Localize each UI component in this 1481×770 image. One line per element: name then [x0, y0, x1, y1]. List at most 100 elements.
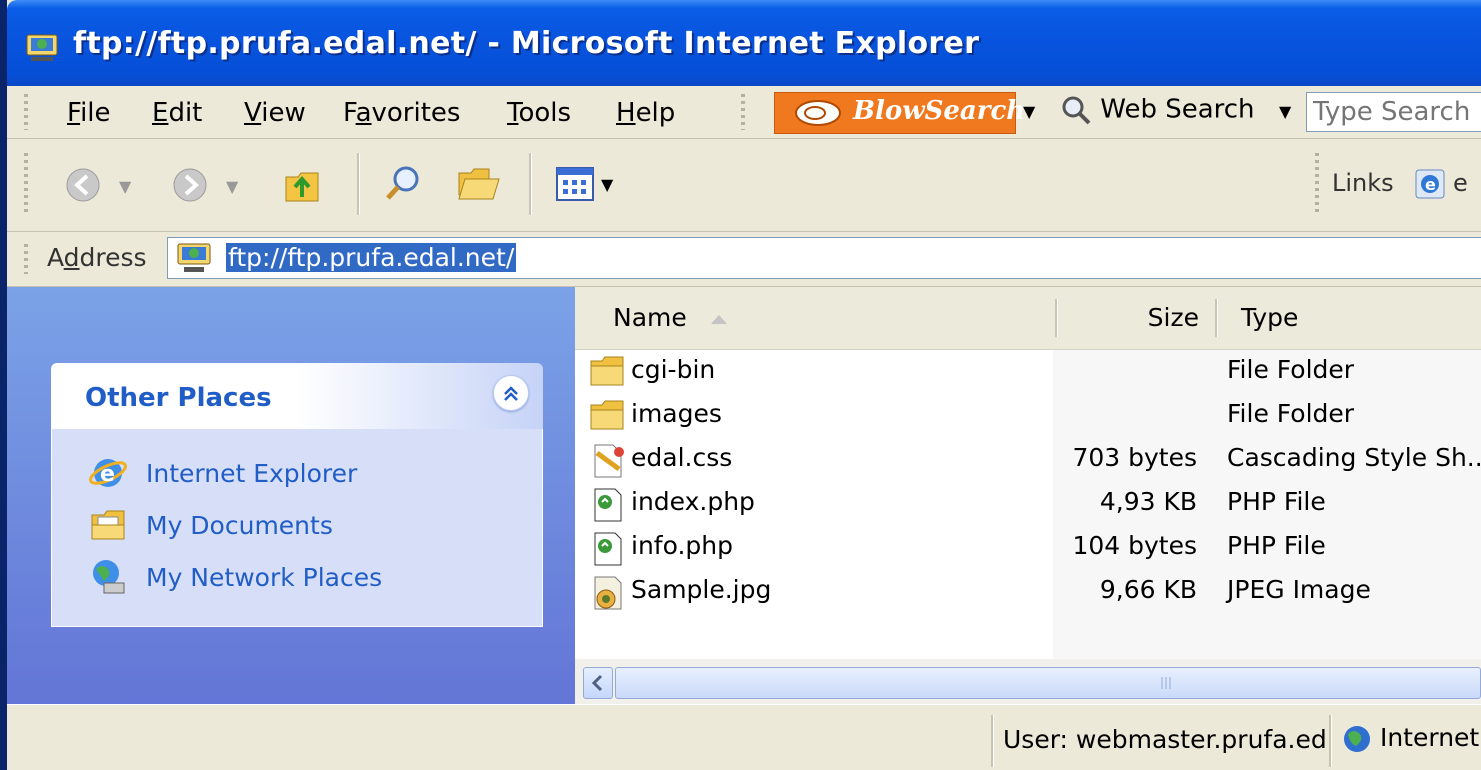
- blowsearch-grip[interactable]: [741, 94, 745, 130]
- file-size: 104 bytes: [1072, 531, 1197, 560]
- other-places-header[interactable]: Other Places: [51, 363, 543, 429]
- other-places-label: My Network Places: [146, 563, 383, 592]
- file-name: edal.css: [631, 443, 733, 472]
- menu-tools[interactable]: Tools: [507, 98, 571, 128]
- svg-text:e: e: [1425, 175, 1436, 194]
- web-search-button[interactable]: Web Search: [1060, 94, 1255, 126]
- css-file-icon: [594, 444, 624, 478]
- column-header-size[interactable]: Size: [1059, 287, 1213, 349]
- ie-link-icon: e: [1415, 169, 1445, 199]
- file-name: info.php: [631, 531, 733, 560]
- forward-icon[interactable]: [172, 167, 208, 203]
- forward-dropdown-arrow[interactable]: ▼: [226, 177, 238, 196]
- web-search-dropdown-arrow[interactable]: ▼: [1279, 102, 1291, 121]
- ftp-folder-icon: [26, 34, 58, 61]
- status-zone: Internet: [1342, 723, 1479, 754]
- column-header: Name Size Type: [575, 287, 1481, 350]
- toolbar-separator: [357, 153, 360, 215]
- toolbar-grip[interactable]: [24, 153, 28, 215]
- svg-text:e: e: [100, 462, 115, 487]
- file-type: File Folder: [1227, 399, 1355, 428]
- file-name: cgi-bin: [631, 355, 716, 384]
- title-bar[interactable]: ftp://ftp.prufa.edal.net/ - Microsoft In…: [7, 0, 1481, 86]
- links-grip[interactable]: [1315, 153, 1319, 215]
- back-icon[interactable]: [65, 167, 101, 203]
- sort-ascending-icon: [711, 315, 727, 324]
- browser-window: ftp://ftp.prufa.edal.net/ - Microsoft In…: [7, 0, 1481, 770]
- blowsearch-logo-icon: [795, 100, 841, 126]
- column-divider[interactable]: [1215, 299, 1218, 337]
- folder-icon: [590, 356, 624, 386]
- links-label: Links: [1332, 169, 1394, 197]
- ftp-site-icon: [177, 243, 211, 272]
- address-label: Address: [47, 243, 147, 272]
- file-type: PHP File: [1227, 531, 1326, 560]
- other-places-title: Other Places: [85, 383, 272, 413]
- file-type: PHP File: [1227, 487, 1326, 516]
- menu-file[interactable]: File: [67, 98, 111, 128]
- window-title: ftp://ftp.prufa.edal.net/ - Microsoft In…: [73, 26, 980, 61]
- menu-bar: File Edit View Favorites Tools Help Blow…: [7, 86, 1481, 139]
- status-separator: [1329, 715, 1332, 767]
- file-name: images: [631, 399, 722, 428]
- search-input[interactable]: [1306, 92, 1481, 132]
- other-places-list: e Internet Explorer My Documents My Netw…: [51, 429, 543, 627]
- up-folder-icon[interactable]: [282, 163, 322, 205]
- search-icon[interactable]: [384, 163, 424, 203]
- file-row[interactable]: images File Folder: [575, 393, 1481, 437]
- file-row[interactable]: edal.css 703 bytes Cascading Style Sh...: [575, 437, 1481, 481]
- collapse-chevron-icon[interactable]: [493, 375, 529, 411]
- column-header-type[interactable]: Type: [1219, 287, 1481, 349]
- file-list: Name Size Type cgi-bin File Folder image…: [575, 287, 1481, 704]
- links-button[interactable]: Links e e: [1332, 169, 1468, 199]
- standard-toolbar: ▼ ▼ ▼ Links e e: [7, 139, 1481, 232]
- address-bar: Address ftp://ftp.prufa.edal.net/: [7, 232, 1481, 287]
- scroll-thumb[interactable]: [615, 667, 1481, 699]
- scroll-left-button[interactable]: [583, 667, 613, 699]
- menu-edit[interactable]: Edit: [152, 98, 202, 128]
- file-row[interactable]: Sample.jpg 9,66 KB JPEG Image: [575, 569, 1481, 613]
- links-trailing: e: [1452, 169, 1468, 197]
- blowsearch-label: BlowSearch: [853, 96, 1026, 126]
- column-divider[interactable]: [1055, 299, 1058, 337]
- status-user: User: webmaster.prufa.edal.net: [1003, 725, 1325, 754]
- status-bar: User: webmaster.prufa.edal.net Internet: [7, 704, 1481, 770]
- views-icon[interactable]: [556, 167, 594, 201]
- file-size: 703 bytes: [1072, 443, 1197, 472]
- file-row[interactable]: cgi-bin File Folder: [575, 349, 1481, 393]
- blowsearch-dropdown-arrow[interactable]: ▼: [1023, 102, 1035, 121]
- file-name: Sample.jpg: [631, 575, 772, 604]
- menu-view[interactable]: View: [244, 98, 306, 128]
- other-places-label: My Documents: [146, 511, 333, 540]
- file-size: 4,93 KB: [1099, 487, 1197, 516]
- file-row[interactable]: info.php 104 bytes PHP File: [575, 525, 1481, 569]
- web-search-label: Web Search: [1100, 94, 1255, 125]
- blowsearch-button[interactable]: BlowSearch: [774, 92, 1025, 134]
- address-input[interactable]: ftp://ftp.prufa.edal.net/: [167, 237, 1481, 279]
- file-row[interactable]: index.php 4,93 KB PHP File: [575, 481, 1481, 525]
- task-pane: Other Places e Internet Explorer My Docu…: [7, 287, 575, 704]
- internet-explorer-icon: e: [89, 459, 127, 487]
- views-dropdown-arrow[interactable]: ▼: [601, 175, 613, 194]
- file-size: 9,66 KB: [1099, 575, 1197, 604]
- address-bar-grip[interactable]: [24, 244, 28, 274]
- column-header-name[interactable]: Name: [575, 287, 1055, 349]
- my-documents-icon: [91, 510, 125, 540]
- folder-icon: [590, 400, 624, 430]
- horizontal-scrollbar[interactable]: [575, 659, 1481, 704]
- address-value: ftp://ftp.prufa.edal.net/: [226, 243, 517, 272]
- jpeg-file-icon: [594, 576, 622, 610]
- menu-favorites[interactable]: Favorites: [343, 98, 460, 128]
- menu-bar-grip[interactable]: [24, 94, 28, 130]
- network-places-icon: [93, 560, 125, 594]
- magnifier-icon: [1062, 96, 1091, 125]
- menu-help[interactable]: Help: [616, 98, 675, 128]
- back-dropdown-arrow[interactable]: ▼: [119, 177, 131, 196]
- file-type: JPEG Image: [1227, 575, 1371, 604]
- folders-icon[interactable]: [457, 165, 501, 203]
- toolbar-separator: [529, 153, 532, 215]
- file-type: File Folder: [1227, 355, 1355, 384]
- php-file-icon: [594, 488, 622, 522]
- status-separator: [991, 715, 994, 767]
- file-name: index.php: [631, 487, 755, 516]
